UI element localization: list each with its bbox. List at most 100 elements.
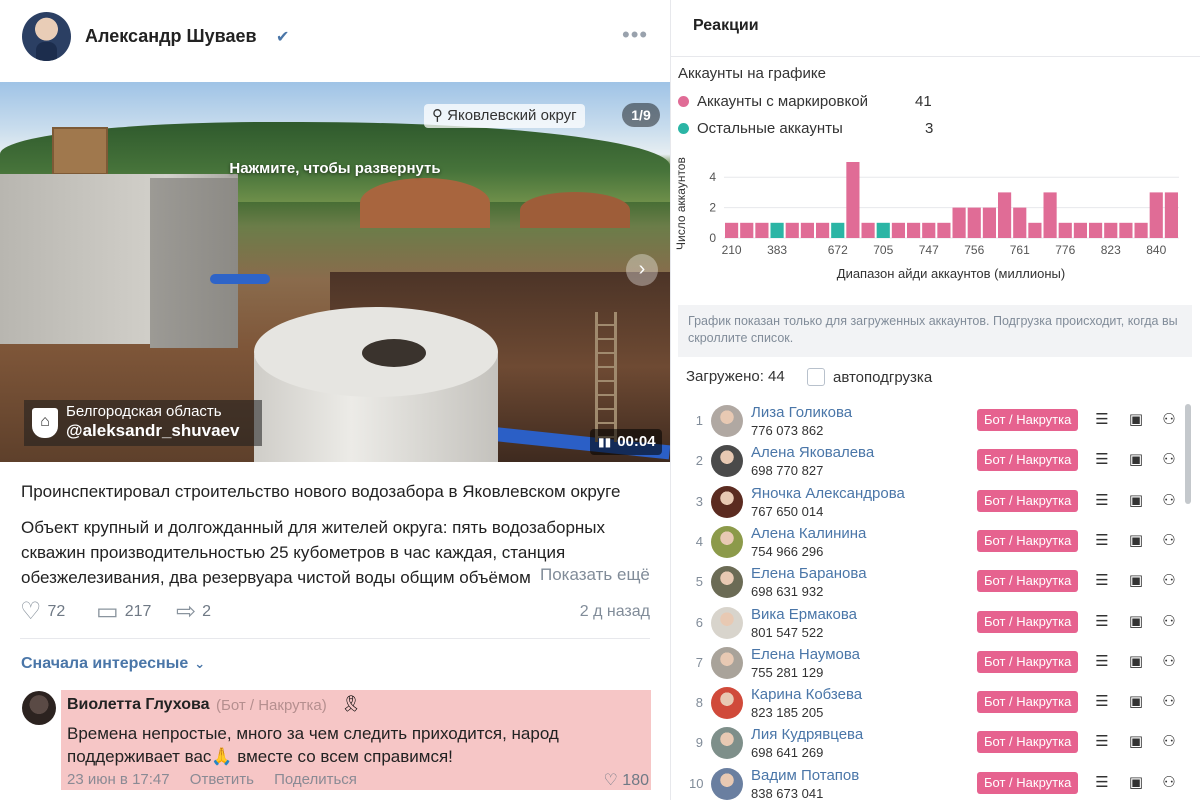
add-user-icon[interactable]: ⚇ xyxy=(1159,491,1179,511)
comment-button[interactable]: ▭ 217 xyxy=(96,598,151,626)
user-avatar[interactable] xyxy=(711,445,743,478)
chart-bar-marked[interactable] xyxy=(967,207,981,238)
chart-bar-marked[interactable] xyxy=(1164,192,1178,238)
chart-bar-marked[interactable] xyxy=(907,222,921,238)
chart-bar-marked[interactable] xyxy=(1043,192,1057,238)
chart-bar-marked[interactable] xyxy=(998,192,1012,238)
profile-icon[interactable]: ▣ xyxy=(1126,571,1146,591)
user-name[interactable]: Лиза Голикова xyxy=(751,404,852,421)
user-name[interactable]: Лия Кудрявцева xyxy=(751,726,863,743)
chart-bar-marked[interactable] xyxy=(740,222,754,238)
user-avatar[interactable] xyxy=(711,405,743,437)
share-button[interactable]: ⇨ 2 xyxy=(176,598,211,626)
chart-bar-marked[interactable] xyxy=(1073,222,1087,238)
reply-button[interactable]: Ответить xyxy=(190,771,254,788)
user-avatar[interactable] xyxy=(711,566,743,599)
chart-bar-marked[interactable] xyxy=(937,222,951,238)
author-name[interactable]: Александр Шуваев xyxy=(85,26,257,47)
user-name[interactable]: Елена Баранова xyxy=(751,565,867,582)
user-name[interactable]: Карина Кобзева xyxy=(751,686,862,703)
list-icon[interactable]: ☰ xyxy=(1092,410,1112,430)
chart-bar-marked[interactable] xyxy=(846,162,860,238)
chart-bar-marked[interactable] xyxy=(1149,192,1163,238)
add-user-icon[interactable]: ⚇ xyxy=(1159,612,1179,632)
add-user-icon[interactable]: ⚇ xyxy=(1159,410,1179,430)
user-avatar[interactable] xyxy=(711,767,743,800)
list-icon[interactable]: ☰ xyxy=(1092,491,1112,511)
profile-icon[interactable]: ▣ xyxy=(1126,773,1146,793)
autoload-label[interactable]: автоподгрузка xyxy=(833,369,932,386)
author-avatar[interactable] xyxy=(22,12,71,61)
chart-bar-marked[interactable] xyxy=(725,222,739,238)
list-icon[interactable]: ☰ xyxy=(1092,531,1112,551)
profile-icon[interactable]: ▣ xyxy=(1126,612,1146,632)
user-name[interactable]: Алена Калинина xyxy=(751,525,866,542)
chart-bar-marked[interactable] xyxy=(800,222,814,238)
chart-bar-marked[interactable] xyxy=(982,207,996,238)
list-icon[interactable]: ☰ xyxy=(1092,450,1112,470)
user-name[interactable]: Алена Яковалева xyxy=(751,444,874,461)
user-avatar[interactable] xyxy=(711,687,743,720)
post-media[interactable]: ⚲ Яковлевский округ 1/9 Нажмите, чтобы р… xyxy=(0,82,670,462)
autoload-checkbox[interactable] xyxy=(807,368,825,386)
next-arrow-icon[interactable]: › xyxy=(626,254,658,286)
chart-bar-marked[interactable] xyxy=(785,222,799,238)
chart-bar-marked[interactable] xyxy=(952,207,966,238)
profile-icon[interactable]: ▣ xyxy=(1126,450,1146,470)
chart-bar-marked[interactable] xyxy=(1058,222,1072,238)
profile-icon[interactable]: ▣ xyxy=(1126,491,1146,511)
chart-bar-marked[interactable] xyxy=(922,222,936,238)
more-horizontal-icon[interactable]: ••• xyxy=(622,22,648,48)
profile-icon[interactable]: ▣ xyxy=(1126,410,1146,430)
user-name[interactable]: Вадим Потапов xyxy=(751,767,859,784)
profile-icon[interactable]: ▣ xyxy=(1126,652,1146,672)
user-avatar[interactable] xyxy=(711,525,743,558)
show-more-link[interactable]: Показать ещё xyxy=(530,565,650,585)
user-name[interactable]: Яночка Александрова xyxy=(751,485,905,502)
expand-hint[interactable]: Нажмите, чтобы развернуть xyxy=(0,160,670,177)
user-avatar[interactable] xyxy=(711,485,743,518)
comment-avatar[interactable] xyxy=(22,691,56,725)
list-icon[interactable]: ☰ xyxy=(1092,692,1112,712)
chart-bar-marked[interactable] xyxy=(1104,222,1118,238)
add-user-icon[interactable]: ⚇ xyxy=(1159,531,1179,551)
chart-bar-marked[interactable] xyxy=(1028,222,1042,238)
comments-sort[interactable]: Сначала интересные ⌄ xyxy=(21,655,205,673)
chart-bar-marked[interactable] xyxy=(1013,207,1027,238)
add-user-icon[interactable]: ⚇ xyxy=(1159,732,1179,752)
chart-bar-other[interactable] xyxy=(770,222,784,238)
like-button[interactable]: ♡ 72 xyxy=(20,598,65,626)
comment-like-button[interactable]: ♡ 180 xyxy=(604,770,650,790)
user-avatar[interactable] xyxy=(711,727,743,760)
chart-bar-marked[interactable] xyxy=(891,222,905,238)
add-user-icon[interactable]: ⚇ xyxy=(1159,571,1179,591)
post-time[interactable]: 2 д назад xyxy=(580,598,650,626)
user-name[interactable]: Елена Наумова xyxy=(751,646,860,663)
profile-icon[interactable]: ▣ xyxy=(1126,732,1146,752)
chart-bar-other[interactable] xyxy=(876,222,890,238)
profile-icon[interactable]: ▣ xyxy=(1126,692,1146,712)
chart-bar-marked[interactable] xyxy=(1119,222,1133,238)
list-icon[interactable]: ☰ xyxy=(1092,652,1112,672)
user-avatar[interactable] xyxy=(711,606,743,639)
user-avatar[interactable] xyxy=(711,646,743,679)
add-user-icon[interactable]: ⚇ xyxy=(1159,692,1179,712)
chart-bar-marked[interactable] xyxy=(816,222,830,238)
profile-icon[interactable]: ▣ xyxy=(1126,531,1146,551)
list-icon[interactable]: ☰ xyxy=(1092,773,1112,793)
user-name[interactable]: Вика Ермакова xyxy=(751,606,857,623)
comment-author[interactable]: Виолетта Глухова xyxy=(67,696,210,714)
chart-bar-marked[interactable] xyxy=(755,222,769,238)
chart-bar-other[interactable] xyxy=(831,222,845,238)
chart-bar-marked[interactable] xyxy=(861,222,875,238)
add-user-icon[interactable]: ⚇ xyxy=(1159,450,1179,470)
comment-date[interactable]: 23 июн в 17:47 xyxy=(67,771,170,788)
chart-bar-marked[interactable] xyxy=(1134,222,1148,238)
share-comment-button[interactable]: Поделиться xyxy=(274,771,357,788)
scrollbar[interactable] xyxy=(1185,404,1191,504)
add-user-icon[interactable]: ⚇ xyxy=(1159,773,1179,793)
chart-bar-marked[interactable] xyxy=(1089,222,1103,238)
list-icon[interactable]: ☰ xyxy=(1092,732,1112,752)
list-icon[interactable]: ☰ xyxy=(1092,612,1112,632)
add-user-icon[interactable]: ⚇ xyxy=(1159,652,1179,672)
